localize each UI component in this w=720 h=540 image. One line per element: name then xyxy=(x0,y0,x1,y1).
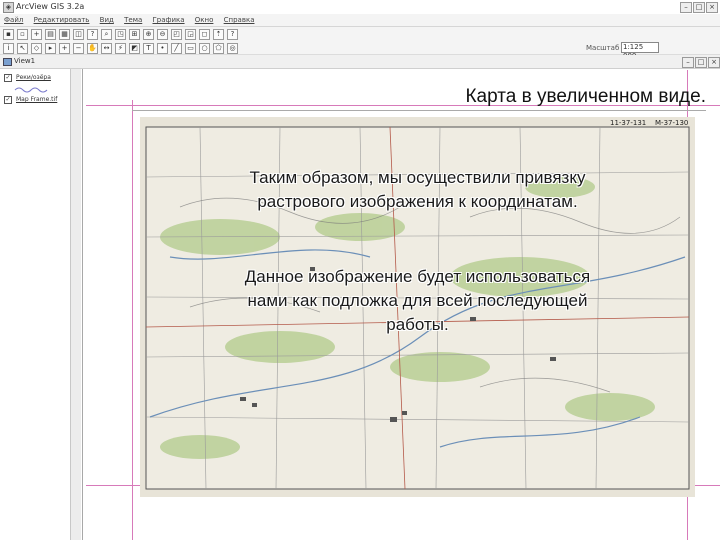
select-icon[interactable]: ◳ xyxy=(115,29,126,40)
menu-window[interactable]: Окно xyxy=(191,14,218,26)
slide-line: работы. xyxy=(386,315,449,334)
view-window-titlebar: View1 – □ × xyxy=(0,55,720,69)
pan-icon[interactable]: ✋ xyxy=(87,43,98,54)
close-button[interactable]: × xyxy=(706,2,718,13)
zoom-layer-icon[interactable]: ◰ xyxy=(171,29,182,40)
app-icon: ◈ xyxy=(3,2,14,13)
menu-edit[interactable]: Редактировать xyxy=(30,14,94,26)
zoom-in-tool-icon[interactable]: + xyxy=(59,43,70,54)
find-icon[interactable]: ⌕ xyxy=(101,29,112,40)
layout-icon[interactable]: ◫ xyxy=(73,29,84,40)
slide-line: Данное изображение будет использоваться xyxy=(244,267,591,286)
clear-selection-icon[interactable]: ◻ xyxy=(199,29,210,40)
promote-icon[interactable]: ⇡ xyxy=(213,29,224,40)
minimize-button[interactable]: – xyxy=(680,2,692,13)
measure-icon[interactable]: ↔ xyxy=(101,43,112,54)
draw-rectangle-icon[interactable]: ▭ xyxy=(185,43,196,54)
open-icon[interactable]: ▫ xyxy=(17,29,28,40)
zoom-selected-icon[interactable]: ◲ xyxy=(185,29,196,40)
legend-scrollbar[interactable] xyxy=(70,69,81,540)
heading-underline xyxy=(132,110,706,111)
map-sheet-number: M-37-130 xyxy=(655,119,688,127)
zoom-out-icon[interactable]: ⊖ xyxy=(157,29,168,40)
pointer-icon[interactable]: ↖ xyxy=(17,43,28,54)
legend-icon[interactable]: ▦ xyxy=(59,29,70,40)
zoom-in-icon[interactable]: ⊕ xyxy=(143,29,154,40)
text-tool-icon[interactable]: T xyxy=(143,43,154,54)
select-feature-icon[interactable]: ▸ xyxy=(45,43,56,54)
snap-icon[interactable]: ◎ xyxy=(227,43,238,54)
slide-paragraph-1: Таким образом, мы осуществили привязку р… xyxy=(140,166,695,214)
view-icon xyxy=(3,58,12,66)
vertex-edit-icon[interactable]: ◇ xyxy=(31,43,42,54)
draw-line-icon[interactable]: ╱ xyxy=(171,43,182,54)
toc-item-label: Реки/озёра xyxy=(16,74,51,81)
menu-view[interactable]: Вид xyxy=(96,14,118,26)
zoom-out-tool-icon[interactable]: − xyxy=(73,43,84,54)
view-maximize-button[interactable]: □ xyxy=(695,57,707,68)
menu-graphics[interactable]: Графика xyxy=(149,14,189,26)
zoom-full-icon[interactable]: ⊞ xyxy=(129,29,140,40)
view-title: View1 xyxy=(14,57,36,65)
guide-line xyxy=(132,100,133,540)
slide-line: растрового изображения к координатам. xyxy=(257,192,578,211)
slide-heading: Карта в увеличенном виде. xyxy=(465,86,706,107)
area-of-interest-icon[interactable]: ◩ xyxy=(129,43,140,54)
title-bar: ◈ ArcView GIS 3.2a – □ × xyxy=(0,0,720,15)
save-icon[interactable]: ▪ xyxy=(3,29,14,40)
slide-line: нами как подложка для всей последующей xyxy=(247,291,588,310)
menu-bar: Файл Редактировать Вид Тема Графика Окно… xyxy=(0,14,720,27)
view-close-button[interactable]: × xyxy=(708,57,720,68)
tool-bar: i ↖ ◇ ▸ + − ✋ ↔ ⚡ ◩ T • ╱ ▭ ○ ⬠ ◎ Масшта… xyxy=(0,41,720,60)
draw-point-icon[interactable]: • xyxy=(157,43,168,54)
add-theme-icon[interactable]: + xyxy=(31,29,42,40)
layer-visible-checkbox[interactable]: ✓ xyxy=(4,73,12,82)
table-icon[interactable]: ▤ xyxy=(45,29,56,40)
draw-circle-icon[interactable]: ○ xyxy=(199,43,210,54)
menu-help[interactable]: Справка xyxy=(220,14,259,26)
table-of-contents: ✓ Реки/озёра ✓ Map Frame.tif xyxy=(0,69,83,540)
slide-paragraph-2: Данное изображение будет использоваться … xyxy=(140,265,695,337)
menu-theme[interactable]: Тема xyxy=(120,14,146,26)
map-header-code: 11-37-131 xyxy=(610,119,646,127)
query-icon[interactable]: ? xyxy=(87,29,98,40)
toc-item-rivers[interactable]: ✓ Реки/озёра xyxy=(4,73,51,83)
view-minimize-button[interactable]: – xyxy=(682,57,694,68)
hotlink-icon[interactable]: ⚡ xyxy=(115,43,126,54)
menu-file[interactable]: Файл xyxy=(0,14,27,26)
slide-line: Таким образом, мы осуществили привязку xyxy=(249,168,586,187)
identify-icon[interactable]: i xyxy=(3,43,14,54)
button-bar: ▪ ▫ + ▤ ▦ ◫ ? ⌕ ◳ ⊞ ⊕ ⊖ ◰ ◲ ◻ ⇡ ? xyxy=(0,27,720,42)
window-title: ArcView GIS 3.2a xyxy=(16,2,85,11)
maximize-button[interactable]: □ xyxy=(693,2,705,13)
scale-input[interactable]: 1:125 000 xyxy=(621,42,659,60)
help-icon[interactable]: ? xyxy=(227,29,238,40)
draw-polygon-icon[interactable]: ⬠ xyxy=(213,43,224,54)
